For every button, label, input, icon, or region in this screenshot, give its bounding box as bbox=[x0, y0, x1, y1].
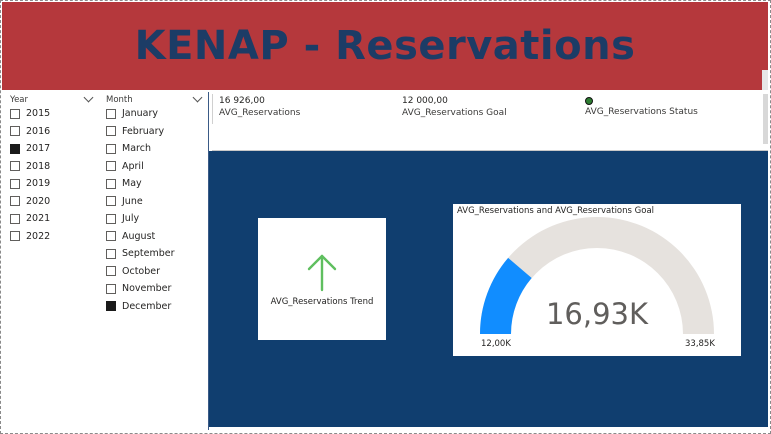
checkbox-icon[interactable] bbox=[106, 283, 116, 294]
month-slicer-item[interactable]: October bbox=[106, 263, 201, 281]
kpi-goal-label: AVG_Reservations Goal bbox=[402, 108, 507, 118]
year-slicer-list: 2015 2016 2017 2018 2019 2020 2021 2022 bbox=[10, 105, 92, 245]
chevron-down-icon[interactable] bbox=[192, 92, 203, 103]
month-slicer-item[interactable]: June bbox=[106, 193, 201, 211]
year-slicer-item[interactable]: 2020 bbox=[10, 193, 92, 211]
checkbox-icon[interactable] bbox=[10, 178, 20, 189]
month-slicer-item-label: July bbox=[122, 213, 140, 225]
year-slicer-item-label: 2015 bbox=[26, 108, 51, 120]
gauge-card[interactable]: AVG_Reservations and AVG_Reservations Go… bbox=[453, 204, 741, 356]
checkbox-icon[interactable] bbox=[10, 126, 20, 137]
month-slicer-item-label: November bbox=[122, 283, 172, 295]
month-slicer-header[interactable]: Month bbox=[106, 92, 203, 105]
checkbox-icon[interactable] bbox=[10, 161, 20, 172]
month-slicer-item[interactable]: May bbox=[106, 175, 201, 193]
month-slicer-item[interactable]: August bbox=[106, 228, 201, 246]
year-slicer-item[interactable]: 2018 bbox=[10, 158, 92, 176]
checkbox-icon[interactable] bbox=[106, 196, 116, 207]
report-title: KENAP - Reservations bbox=[134, 23, 636, 69]
year-slicer: Year 2015 2016 2017 2018 2019 2020 2021 2022 bbox=[10, 92, 94, 245]
kpi-avg-label: AVG_Reservations bbox=[219, 108, 301, 118]
year-slicer-item-label: 2018 bbox=[26, 160, 51, 172]
year-slicer-item[interactable]: 2019 bbox=[10, 175, 92, 193]
month-slicer-item[interactable]: September bbox=[106, 245, 201, 263]
year-slicer-item[interactable]: 2017 bbox=[10, 140, 92, 158]
year-slicer-item-label: 2020 bbox=[26, 195, 51, 207]
checkbox-icon[interactable] bbox=[106, 178, 116, 189]
month-slicer-item[interactable]: December bbox=[106, 298, 201, 316]
trend-label: AVG_Reservations Trend bbox=[270, 297, 374, 307]
month-slicer-item-label: September bbox=[122, 248, 175, 260]
year-slicer-item[interactable]: 2016 bbox=[10, 123, 92, 141]
checkbox-icon[interactable] bbox=[106, 143, 116, 154]
checkbox-icon[interactable] bbox=[106, 266, 116, 277]
year-slicer-item-label: 2017 bbox=[26, 143, 51, 155]
month-slicer: Month January February March April May June Ju… bbox=[106, 92, 203, 315]
year-slicer-item-label: 2022 bbox=[26, 230, 51, 242]
checkbox-icon[interactable] bbox=[106, 248, 116, 259]
kpi-status-label: AVG_Reservations Status bbox=[585, 107, 698, 117]
kpi-card-strip: 16 926,00 AVG_Reservations 12 000,00 AVG… bbox=[212, 92, 768, 151]
arrow-up-icon bbox=[307, 254, 337, 292]
year-slicer-item-label: 2016 bbox=[26, 125, 51, 137]
gauge-chart bbox=[480, 217, 714, 334]
checkbox-icon[interactable] bbox=[106, 231, 116, 242]
year-slicer-item[interactable]: 2021 bbox=[10, 210, 92, 228]
month-slicer-item-label: December bbox=[122, 300, 172, 312]
kpi-divider bbox=[212, 94, 213, 124]
month-slicer-title: Month bbox=[106, 94, 133, 105]
month-slicer-item-label: August bbox=[122, 230, 156, 242]
month-slicer-item[interactable]: April bbox=[106, 158, 201, 176]
checkbox-icon[interactable] bbox=[10, 108, 20, 119]
month-slicer-list: January February March April May June July Augu… bbox=[106, 105, 201, 315]
kpi-avg-value: 16 926,00 bbox=[219, 96, 265, 106]
kpi-goal-value: 12 000,00 bbox=[402, 96, 448, 106]
month-slicer-item-label: April bbox=[122, 160, 144, 172]
month-slicer-item[interactable]: January bbox=[106, 105, 201, 123]
year-slicer-title: Year bbox=[10, 94, 28, 105]
year-slicer-item[interactable]: 2022 bbox=[10, 228, 92, 246]
checkbox-icon[interactable] bbox=[106, 108, 116, 119]
year-slicer-item-label: 2019 bbox=[26, 178, 51, 190]
month-slicer-item[interactable]: March bbox=[106, 140, 201, 158]
month-slicer-item-label: October bbox=[122, 265, 161, 277]
chevron-down-icon[interactable] bbox=[83, 92, 94, 103]
report-banner: KENAP - Reservations bbox=[2, 2, 768, 90]
month-slicer-item[interactable]: February bbox=[106, 123, 201, 141]
year-slicer-item-label: 2021 bbox=[26, 213, 51, 225]
checkbox-icon[interactable] bbox=[106, 213, 116, 224]
month-slicer-item-label: February bbox=[122, 125, 165, 137]
gauge-value-label: 16,93K bbox=[545, 297, 649, 331]
month-slicer-item-label: January bbox=[122, 108, 159, 120]
kpi-scrollbar[interactable] bbox=[763, 94, 768, 144]
year-slicer-header[interactable]: Year bbox=[10, 92, 94, 105]
trend-card[interactable]: AVG_Reservations Trend bbox=[258, 218, 386, 340]
banner-scrollbar[interactable] bbox=[762, 70, 768, 90]
gauge-max-label: 33,85K bbox=[685, 339, 715, 349]
month-slicer-item[interactable]: November bbox=[106, 280, 201, 298]
year-slicer-item[interactable]: 2015 bbox=[10, 105, 92, 123]
kpi-status[interactable]: AVG_Reservations Status bbox=[585, 96, 698, 119]
checkbox-icon[interactable] bbox=[10, 196, 20, 207]
month-slicer-item[interactable]: July bbox=[106, 210, 201, 228]
checkbox-checked-icon[interactable] bbox=[106, 301, 116, 312]
checkbox-checked-icon[interactable] bbox=[10, 143, 20, 154]
kpi-goal[interactable]: 12 000,00 AVG_Reservations Goal bbox=[402, 96, 507, 120]
kpi-avg-reservations[interactable]: 16 926,00 AVG_Reservations bbox=[219, 96, 300, 120]
month-slicer-item-label: June bbox=[122, 195, 143, 207]
checkbox-icon[interactable] bbox=[106, 126, 116, 137]
status-indicator-icon bbox=[585, 97, 593, 105]
month-slicer-item-label: March bbox=[122, 143, 151, 155]
checkbox-icon[interactable] bbox=[106, 161, 116, 172]
month-slicer-item-label: May bbox=[122, 178, 142, 190]
checkbox-icon[interactable] bbox=[10, 213, 20, 224]
checkbox-icon[interactable] bbox=[10, 231, 20, 242]
gauge-min-label: 12,00K bbox=[481, 339, 511, 349]
